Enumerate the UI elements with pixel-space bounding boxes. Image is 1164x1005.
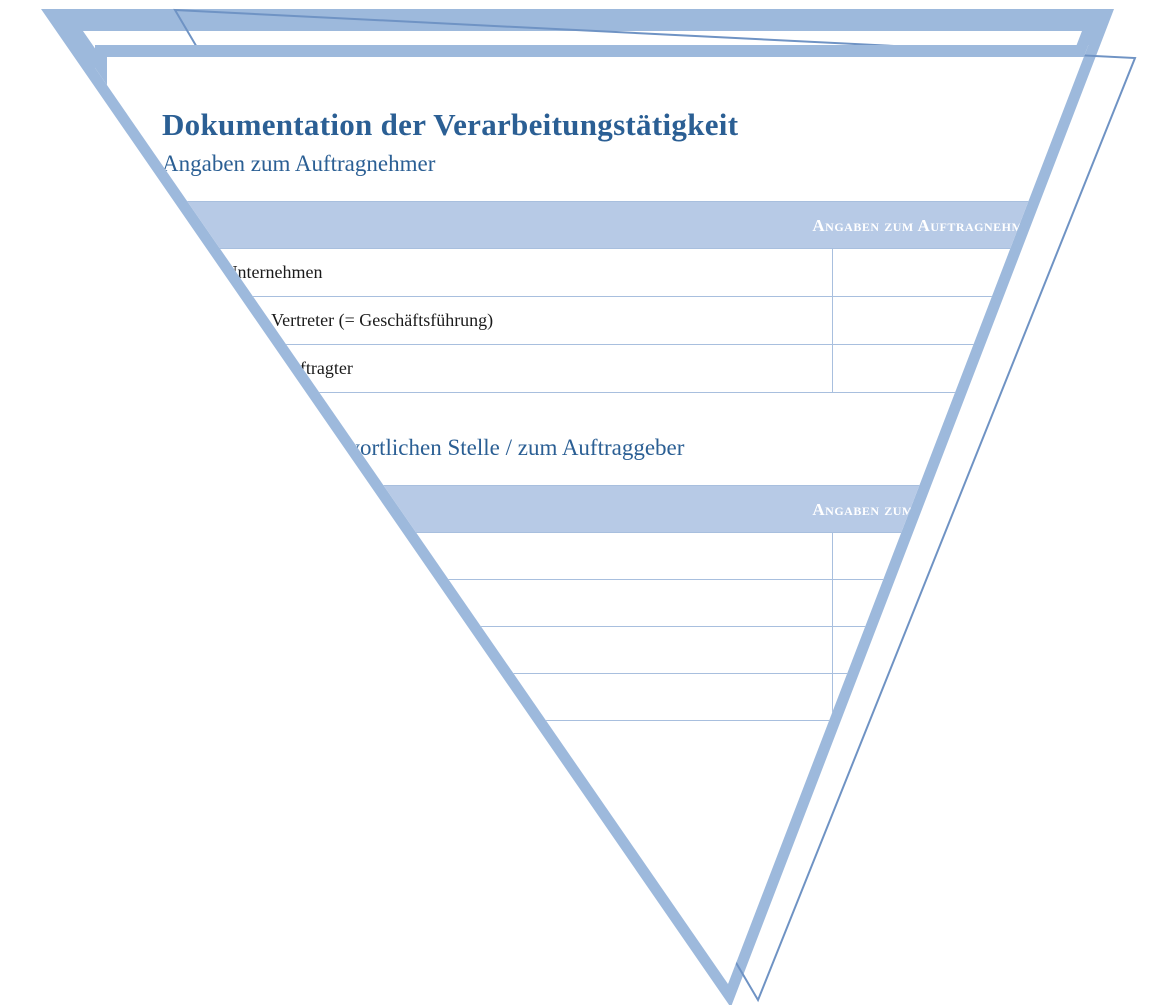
section1-table-header: Angaben zum Auftragnehmer (163, 202, 1058, 249)
section1-subtitle: Angaben zum Auftragnehmer (162, 151, 1058, 177)
row-label: Name Unternehmen (163, 249, 833, 297)
stage: Dokumentation der Verarbeitungstätigkeit… (0, 0, 1164, 1005)
document-title: Dokumentation der Verarbeitungstätigkeit (162, 107, 1058, 143)
table-row: Gesetzlicher Vertreter (= Geschäftsführu… (163, 297, 1058, 345)
table-row: Name Unternehmen (163, 249, 1058, 297)
